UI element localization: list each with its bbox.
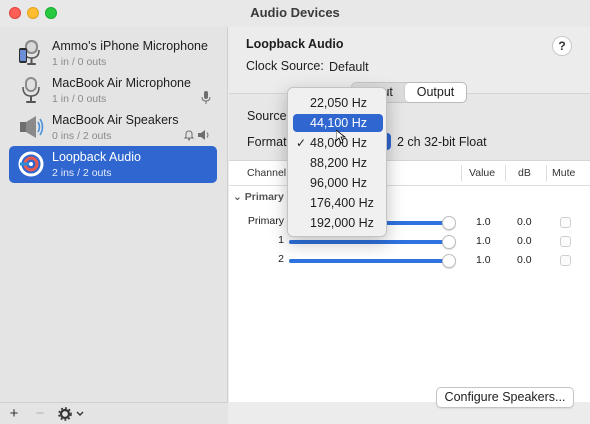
configure-speakers-button[interactable]: Configure Speakers... — [436, 387, 574, 408]
sample-rate-option-label: 96,000 Hz — [310, 176, 367, 190]
channel-db[interactable]: 0.0 — [517, 254, 532, 266]
loopback-icon — [18, 151, 44, 177]
channel-name: Primary — [247, 215, 284, 227]
title-bar: Audio Devices — [0, 0, 590, 27]
checkmark-icon: ✓ — [296, 136, 307, 150]
channel-value[interactable]: 1.0 — [476, 216, 491, 228]
device-detail-pane: Loopback Audio ? Clock Source: Default S… — [229, 27, 590, 424]
column-header-value[interactable]: Value — [469, 167, 495, 179]
channel-value[interactable]: 1.0 — [476, 235, 491, 247]
add-device-button[interactable]: + — [6, 405, 22, 423]
device-sidebar: Ammo's iPhone Microphone 1 in / 0 outs M… — [0, 27, 228, 424]
device-io: 1 in / 0 outs — [52, 93, 107, 105]
format-value[interactable]: 2 ch 32-bit Float — [397, 135, 487, 149]
device-item-loopback-audio[interactable]: Loopback Audio 2 ins / 2 outs — [9, 146, 217, 183]
mouse-pointer-icon — [336, 130, 346, 144]
sample-rate-option-label: 88,200 Hz — [310, 156, 367, 170]
column-separator — [461, 165, 462, 181]
volume-slider-knob[interactable] — [442, 235, 456, 249]
device-name: MacBook Air Speakers — [52, 113, 179, 127]
channel-db[interactable]: 0.0 — [517, 216, 532, 228]
device-item-macbook-speakers[interactable]: MacBook Air Speakers 0 ins / 2 outs — [9, 109, 217, 146]
default-output-speaker-icon — [198, 130, 209, 140]
sample-rate-option[interactable]: 192,000 Hz — [293, 214, 383, 232]
sample-rate-option[interactable]: 22,050 Hz — [293, 94, 383, 112]
speaker-icon — [20, 116, 44, 138]
channel-row: 2 1.0 0.0 — [229, 251, 590, 270]
sample-rate-option[interactable]: 96,000 Hz — [293, 174, 383, 192]
sample-rate-menu: 22,050 Hz 44,100 Hz ✓ 48,000 Hz 88,200 Hz 96,… — [287, 87, 387, 237]
sample-rate-option-label: 22,050 Hz — [310, 96, 367, 110]
alert-bell-icon — [183, 130, 195, 141]
gear-icon — [58, 407, 72, 421]
channel-db[interactable]: 0.0 — [517, 235, 532, 247]
header-divider — [229, 185, 590, 186]
column-header-db[interactable]: dB — [518, 167, 531, 179]
clock-source-popup[interactable]: Default — [329, 60, 369, 74]
help-button[interactable]: ? — [552, 36, 572, 56]
device-item-iphone-microphone[interactable]: Ammo's iPhone Microphone 1 in / 0 outs — [9, 35, 217, 72]
sample-rate-option-label: 192,000 Hz — [310, 216, 374, 230]
volume-slider-knob[interactable] — [442, 254, 456, 268]
device-io: 1 in / 0 outs — [52, 56, 107, 68]
remove-device-button[interactable]: − — [32, 405, 48, 423]
sample-rate-option[interactable]: 176,400 Hz — [293, 194, 383, 212]
clock-source-label: Clock Source: — [246, 59, 324, 73]
sample-rate-option[interactable]: 88,200 Hz — [293, 154, 383, 172]
channel-row: Primary 1.0 0.0 — [229, 213, 590, 232]
sidebar-toolbar: + − — [0, 402, 228, 424]
column-separator — [546, 165, 547, 181]
device-name: MacBook Air Microphone — [52, 76, 191, 90]
default-input-microphone-icon — [201, 91, 211, 104]
mute-checkbox[interactable] — [560, 236, 571, 247]
device-badges — [183, 128, 211, 142]
channel-name: 2 — [278, 253, 284, 265]
device-settings-menu[interactable] — [55, 405, 89, 423]
volume-slider[interactable] — [289, 254, 456, 268]
device-name: Loopback Audio — [52, 150, 141, 164]
volume-slider-fill — [289, 259, 449, 263]
channel-name: 1 — [278, 234, 284, 246]
window-title: Audio Devices — [250, 5, 340, 20]
channel-table: Channel Value dB Mute ⌄ Primary S Primar… — [229, 160, 590, 402]
channel-value[interactable]: 1.0 — [476, 254, 491, 266]
sample-rate-option-label: 176,400 Hz — [310, 196, 374, 210]
device-name: Ammo's iPhone Microphone — [52, 39, 208, 53]
volume-slider-knob[interactable] — [442, 216, 456, 230]
iphone-microphone-icon — [19, 40, 40, 65]
column-separator — [505, 165, 506, 181]
source-label: Source — [247, 109, 287, 123]
device-io: 2 ins / 2 outs — [52, 167, 112, 179]
column-header-mute[interactable]: Mute — [552, 167, 575, 179]
microphone-icon — [22, 77, 40, 103]
volume-slider[interactable] — [289, 235, 456, 249]
device-io: 0 ins / 2 outs — [52, 130, 112, 142]
io-panel: Source Format 2 ch 32-bit Float Channel … — [229, 93, 590, 402]
device-badges — [201, 91, 211, 105]
channel-group-row[interactable]: ⌄ Primary S — [233, 191, 294, 203]
chevron-down-icon — [76, 411, 84, 416]
tab-output[interactable]: Output — [405, 83, 466, 102]
channel-row: 1 1.0 0.0 — [229, 232, 590, 251]
volume-slider-fill — [289, 240, 449, 244]
column-header-channel[interactable]: Channel — [247, 167, 286, 179]
disclosure-chevron-icon[interactable]: ⌄ — [233, 191, 242, 203]
mute-checkbox[interactable] — [560, 217, 571, 228]
mute-checkbox[interactable] — [560, 255, 571, 266]
format-label: Format — [247, 135, 287, 149]
device-item-macbook-microphone[interactable]: MacBook Air Microphone 1 in / 0 outs — [9, 72, 217, 109]
device-title: Loopback Audio — [246, 37, 344, 51]
audio-devices-window: Audio Devices Ammo's iPhone Microphone 1… — [0, 0, 590, 424]
